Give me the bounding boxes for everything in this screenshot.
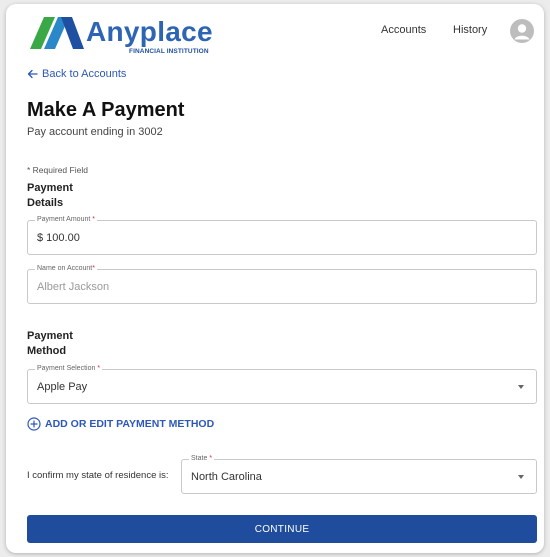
payment-amount-value[interactable]: $ 100.00 [37, 232, 80, 244]
page-subtitle: Pay account ending in 3002 [27, 126, 163, 138]
header: Anyplace FINANCIAL INSTITUTION Accounts … [6, 4, 544, 62]
name-on-account-value[interactable]: Albert Jackson [37, 281, 109, 293]
payment-details-heading: Payment Details [27, 182, 73, 209]
back-to-accounts-link[interactable]: Back to Accounts [27, 68, 126, 80]
nav-history[interactable]: History [453, 24, 487, 36]
logo-mark-icon [30, 17, 84, 49]
payment-selection-select[interactable]: Payment Selection * Apple Pay [27, 364, 537, 404]
chevron-down-icon[interactable] [518, 475, 524, 479]
nav-accounts[interactable]: Accounts [381, 24, 426, 36]
page-title: Make A Payment [27, 99, 185, 121]
add-edit-payment-method-label: ADD OR EDIT PAYMENT METHOD [45, 418, 215, 430]
brand-tagline: FINANCIAL INSTITUTION [129, 48, 209, 55]
brand-logo[interactable]: Anyplace FINANCIAL INSTITUTION [28, 15, 218, 59]
payment-amount-field[interactable]: Payment Amount * $ 100.00 [27, 215, 537, 255]
payment-selection-value: Apple Pay [37, 381, 88, 393]
payment-selection-label: Payment Selection * [35, 364, 103, 374]
back-link-label: Back to Accounts [42, 68, 127, 80]
add-edit-payment-method-link[interactable]: ADD OR EDIT PAYMENT METHOD [27, 417, 214, 431]
payment-amount-label: Payment Amount * [35, 215, 97, 225]
state-select[interactable]: State * North Carolina [181, 454, 537, 494]
state-value: North Carolina [191, 471, 262, 483]
required-field-note: * Required Field [27, 165, 88, 175]
payment-card: Anyplace FINANCIAL INSTITUTION Accounts … [6, 4, 544, 553]
brand-name: Anyplace [86, 16, 213, 47]
name-on-account-field[interactable]: Name on Account* Albert Jackson [27, 264, 537, 304]
residence-confirm-text: I confirm my state of residence is: [27, 470, 169, 481]
payment-method-heading: Payment Method [27, 330, 73, 357]
state-label: State * [189, 454, 215, 464]
user-avatar-icon[interactable] [510, 19, 534, 43]
plus-circle-icon [27, 417, 41, 431]
continue-button[interactable]: CONTINUE [27, 515, 537, 543]
chevron-down-icon[interactable] [518, 385, 524, 389]
arrow-left-icon [27, 69, 38, 79]
name-on-account-label: Name on Account* [35, 264, 97, 274]
